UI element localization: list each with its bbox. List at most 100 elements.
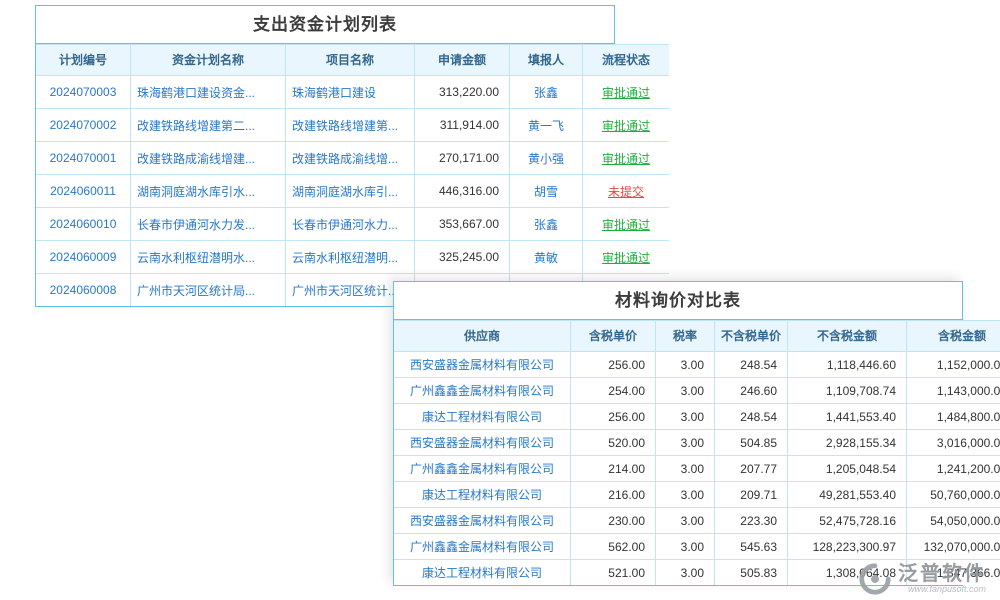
tax-excl-amount-value: 1,118,446.60	[788, 352, 907, 378]
tax-rate-value: 3.00	[656, 352, 715, 378]
plan-table: 计划编号资金计划名称项目名称申请金额填报人流程状态2024070003珠海鹤港口…	[36, 44, 669, 306]
fund-plan-name-link[interactable]: 改建铁路线增建第二...	[131, 109, 286, 142]
tax-excl-unit-price-value: 545.63	[715, 534, 788, 560]
reporter-link[interactable]: 张鑫	[510, 76, 583, 109]
plan-table-title: 支出资金计划列表	[36, 6, 614, 44]
table-row[interactable]: 2024070001改建铁路成渝线增建...改建铁路成渝线增...270,171…	[36, 142, 669, 175]
tax-rate-value: 3.00	[656, 456, 715, 482]
tax-rate-value: 3.00	[656, 560, 715, 586]
tax-rate-value: 3.00	[656, 482, 715, 508]
flow-status-link[interactable]: 审批通过	[583, 208, 670, 241]
project-name-link[interactable]: 长春市伊通河水力...	[286, 208, 415, 241]
supplier-link[interactable]: 西安盛器金属材料有限公司	[394, 352, 571, 378]
fund-plan-name-link[interactable]: 湖南洞庭湖水库引水...	[131, 175, 286, 208]
table-row[interactable]: 2024070002改建铁路线增建第二...改建铁路线增建第...311,914…	[36, 109, 669, 142]
fund-plan-name-link[interactable]: 珠海鹤港口建设资金...	[131, 76, 286, 109]
flow-status-link[interactable]: 审批通过	[583, 76, 670, 109]
tax-excl-unit-price-value: 209.71	[715, 482, 788, 508]
table-row[interactable]: 广州鑫鑫金属材料有限公司254.003.00246.601,109,708.74…	[394, 378, 1000, 404]
supplier-link[interactable]: 康达工程材料有限公司	[394, 482, 571, 508]
fund-plan-name-link[interactable]: 云南水利枢纽潜明水...	[131, 241, 286, 274]
flow-status-link[interactable]: 审批通过	[583, 109, 670, 142]
apply-amount-value: 325,245.00	[415, 241, 510, 274]
apply-amount-value-header: 申请金额	[415, 45, 510, 76]
tax-incl-unit-price-value: 254.00	[571, 378, 656, 404]
apply-amount-value: 353,667.00	[415, 208, 510, 241]
fund-plan-name-link[interactable]: 广州市天河区统计局...	[131, 274, 286, 307]
flow-status-link[interactable]: 审批通过	[583, 142, 670, 175]
tax-rate-value: 3.00	[656, 534, 715, 560]
tax-rate-value: 3.00	[656, 378, 715, 404]
project-name-link[interactable]: 珠海鹤港口建设	[286, 76, 415, 109]
apply-amount-value: 270,171.00	[415, 142, 510, 175]
table-row[interactable]: 2024060010长春市伊通河水力发...长春市伊通河水力...353,667…	[36, 208, 669, 241]
plan-id-link[interactable]: 2024060009	[36, 241, 131, 274]
reporter-link[interactable]: 黄小强	[510, 142, 583, 175]
table-row[interactable]: 2024060009云南水利枢纽潜明水...云南水利枢纽潜明...325,245…	[36, 241, 669, 274]
reporter-link[interactable]: 胡雪	[510, 175, 583, 208]
tax-excl-amount-value: 1,205,048.54	[788, 456, 907, 482]
table-row[interactable]: 西安盛器金属材料有限公司230.003.00223.3052,475,728.1…	[394, 508, 1000, 534]
table-row[interactable]: 2024060011湖南洞庭湖水库引水...湖南洞庭湖水库引...446,316…	[36, 175, 669, 208]
tax-rate-value: 3.00	[656, 404, 715, 430]
table-row[interactable]: 西安盛器金属材料有限公司256.003.00248.541,118,446.60…	[394, 352, 1000, 378]
table-row[interactable]: 2024070003珠海鹤港口建设资金...珠海鹤港口建设313,220.00张…	[36, 76, 669, 109]
plan-id-link[interactable]: 2024070001	[36, 142, 131, 175]
plan-table-card: 支出资金计划列表 计划编号资金计划名称项目名称申请金额填报人流程状态202407…	[35, 5, 615, 307]
tax-excl-amount-value: 2,928,155.34	[788, 430, 907, 456]
project-name-link[interactable]: 云南水利枢纽潜明...	[286, 241, 415, 274]
supplier-link[interactable]: 西安盛器金属材料有限公司	[394, 508, 571, 534]
tax-incl-unit-price-value: 216.00	[571, 482, 656, 508]
table-row[interactable]: 西安盛器金属材料有限公司520.003.00504.852,928,155.34…	[394, 430, 1000, 456]
supplier-link[interactable]: 康达工程材料有限公司	[394, 560, 571, 586]
project-name-link[interactable]: 改建铁路成渝线增...	[286, 142, 415, 175]
tax-excl-amount-value-header: 不含税金额	[788, 321, 907, 352]
tax-excl-unit-price-value-header: 不含税单价	[715, 321, 788, 352]
header-row: 计划编号资金计划名称项目名称申请金额填报人流程状态	[36, 45, 669, 76]
material-table-title: 材料询价对比表	[394, 282, 962, 320]
plan-id-link[interactable]: 2024060008	[36, 274, 131, 307]
apply-amount-value: 313,220.00	[415, 76, 510, 109]
reporter-link[interactable]: 黄敏	[510, 241, 583, 274]
tax-incl-unit-price-value: 521.00	[571, 560, 656, 586]
fund-plan-name-link[interactable]: 改建铁路成渝线增建...	[131, 142, 286, 175]
plan-id-link[interactable]: 2024060010	[36, 208, 131, 241]
table-row[interactable]: 康达工程材料有限公司216.003.00209.7149,281,553.405…	[394, 482, 1000, 508]
reporter-link[interactable]: 张鑫	[510, 208, 583, 241]
plan-id-link[interactable]: 2024060011	[36, 175, 131, 208]
reporter-link[interactable]: 黄一飞	[510, 109, 583, 142]
material-table-card: 材料询价对比表 供应商含税单价税率不含税单价不含税金额含税金额西安盛器金属材料有…	[393, 281, 963, 586]
tax-excl-unit-price-value: 246.60	[715, 378, 788, 404]
supplier-link[interactable]: 康达工程材料有限公司	[394, 404, 571, 430]
tax-excl-unit-price-value: 504.85	[715, 430, 788, 456]
supplier-link[interactable]: 广州鑫鑫金属材料有限公司	[394, 378, 571, 404]
flow-status-link[interactable]: 未提交	[583, 175, 670, 208]
reporter-link-header: 填报人	[510, 45, 583, 76]
table-row[interactable]: 广州鑫鑫金属材料有限公司214.003.00207.771,205,048.54…	[394, 456, 1000, 482]
tax-incl-unit-price-value: 520.00	[571, 430, 656, 456]
tax-incl-amount-value: 3,016,000.00	[907, 430, 1000, 456]
tax-incl-amount-value: 54,050,000.00	[907, 508, 1000, 534]
table-row[interactable]: 广州鑫鑫金属材料有限公司562.003.00545.63128,223,300.…	[394, 534, 1000, 560]
supplier-link[interactable]: 广州鑫鑫金属材料有限公司	[394, 534, 571, 560]
tax-incl-unit-price-value: 230.00	[571, 508, 656, 534]
tax-incl-unit-price-value: 214.00	[571, 456, 656, 482]
tax-excl-amount-value: 52,475,728.16	[788, 508, 907, 534]
project-name-link[interactable]: 湖南洞庭湖水库引...	[286, 175, 415, 208]
tax-incl-amount-value: 1,143,000.00	[907, 378, 1000, 404]
plan-id-link-header: 计划编号	[36, 45, 131, 76]
plan-id-link[interactable]: 2024070002	[36, 109, 131, 142]
tax-rate-value: 3.00	[656, 508, 715, 534]
material-table: 供应商含税单价税率不含税单价不含税金额含税金额西安盛器金属材料有限公司256.0…	[394, 320, 1000, 585]
watermark: 泛普软件 www.fanpusoft.com	[858, 562, 986, 596]
supplier-link[interactable]: 广州鑫鑫金属材料有限公司	[394, 456, 571, 482]
watermark-brand: 泛普软件	[898, 564, 986, 585]
supplier-link[interactable]: 西安盛器金属材料有限公司	[394, 430, 571, 456]
table-row[interactable]: 康达工程材料有限公司256.003.00248.541,441,553.401,…	[394, 404, 1000, 430]
plan-id-link[interactable]: 2024070003	[36, 76, 131, 109]
tax-excl-amount-value: 49,281,553.40	[788, 482, 907, 508]
flow-status-link[interactable]: 审批通过	[583, 241, 670, 274]
project-name-link[interactable]: 改建铁路线增建第...	[286, 109, 415, 142]
tax-excl-amount-value: 128,223,300.97	[788, 534, 907, 560]
fund-plan-name-link[interactable]: 长春市伊通河水力发...	[131, 208, 286, 241]
